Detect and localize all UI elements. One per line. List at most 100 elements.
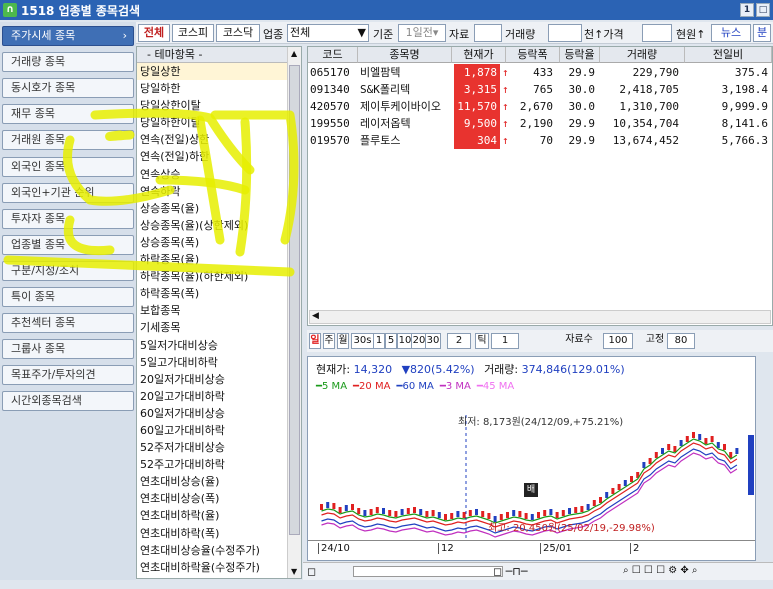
theme-item[interactable]: 연속(전일)하한: [137, 148, 287, 165]
zoom-slider-icon[interactable]: ◻ ─⊓─: [493, 565, 527, 578]
period-button[interactable]: 30: [425, 333, 441, 349]
fixed-input[interactable]: 80: [667, 333, 695, 349]
theme-item[interactable]: 당일상한: [137, 63, 287, 81]
candle: [363, 510, 367, 516]
theme-item[interactable]: 연초대비하락(폭): [137, 525, 287, 542]
candle: [394, 511, 398, 517]
column-header[interactable]: 현재가: [452, 47, 506, 63]
price-chart[interactable]: 현재가: 14,320 ▼820(5.42%) 거래량: 374,846(129…: [307, 356, 756, 561]
theme-item[interactable]: 5일고가대비하락: [137, 354, 287, 371]
candle: [506, 512, 509, 518]
split-button[interactable]: 분: [753, 24, 771, 42]
period-button[interactable]: 5: [385, 333, 397, 349]
column-header[interactable]: 등락폭: [506, 47, 560, 63]
up-arrow-icon: ↑: [502, 66, 509, 79]
nav-item[interactable]: 그룹사 종목: [2, 339, 134, 360]
theme-item[interactable]: 하락종목(율)(하한제외): [137, 268, 287, 285]
theme-item[interactable]: 20일고가대비하락: [137, 388, 287, 405]
candle: [735, 448, 739, 454]
base-select[interactable]: 1일전▾: [398, 24, 446, 42]
period-button[interactable]: 월: [337, 333, 349, 349]
period-button[interactable]: 1: [373, 333, 385, 349]
chart-scrollbar[interactable]: ◻ ◻ ─⊓─ ⌕ ☐ ☐ ☐ ⚙ ✥ ⌕: [303, 562, 773, 580]
period-button[interactable]: 주: [323, 333, 335, 349]
scroll-thumb[interactable]: [289, 65, 300, 535]
theme-item[interactable]: 5일저가대비상승: [137, 337, 287, 354]
up-arrow-icon: ↑: [502, 100, 509, 113]
nav-item[interactable]: 목표주가/투자의견: [2, 365, 134, 386]
nav-item[interactable]: 구분/지정/조치: [2, 260, 134, 281]
theme-item[interactable]: 60일고가대비하락: [137, 422, 287, 439]
tab-kospi[interactable]: 코스피: [172, 24, 214, 42]
chart-tool-icons[interactable]: ⌕ ☐ ☐ ☐ ⚙ ✥ ⌕: [623, 565, 698, 576]
chevron-down-icon[interactable]: ▼: [291, 567, 297, 576]
window-restore-button[interactable]: □: [756, 3, 770, 17]
theme-scrollbar[interactable]: ▲ ▼: [287, 47, 301, 578]
tick-input[interactable]: 1: [491, 333, 519, 349]
theme-item[interactable]: 60일저가대비상승: [137, 405, 287, 422]
column-header[interactable]: 등락율: [560, 47, 600, 63]
theme-item[interactable]: 연초대비상승율(수정주가): [137, 542, 287, 559]
theme-item[interactable]: 20일저가대비상승: [137, 371, 287, 388]
chart-scroll-track[interactable]: [353, 566, 503, 577]
nav-item[interactable]: 시간외종목검색: [2, 391, 134, 412]
theme-item[interactable]: 당일상한이탈: [137, 97, 287, 114]
theme-item[interactable]: 연속하락: [137, 183, 287, 200]
nav-item[interactable]: 동시호가 종목: [2, 78, 134, 99]
theme-item[interactable]: 상승종목(율): [137, 200, 287, 217]
chevron-up-icon[interactable]: ▲: [291, 49, 297, 58]
chart-scroll-left-icon[interactable]: ◻: [307, 565, 316, 578]
column-header[interactable]: 전일비: [685, 47, 772, 63]
theme-item[interactable]: 당일하한이탈: [137, 114, 287, 131]
theme-item[interactable]: 상승종목(폭): [137, 234, 287, 251]
theme-item[interactable]: 연초대비상승(폭): [137, 490, 287, 507]
theme-item[interactable]: 52주고가대비하락: [137, 456, 287, 473]
tab-kosdaq[interactable]: 코스닥: [216, 24, 260, 42]
theme-item[interactable]: 기세종목: [137, 319, 287, 336]
grid-hscrollbar[interactable]: ◀: [309, 310, 771, 324]
column-header[interactable]: 종목명: [358, 47, 452, 63]
theme-item[interactable]: 상승종목(율)(상한제외): [137, 217, 287, 234]
period-input[interactable]: 2: [447, 333, 471, 349]
theme-item[interactable]: 연초대비하락율(수정주가): [137, 559, 287, 576]
change-amount: 765: [533, 83, 553, 96]
theme-item[interactable]: 연초대비상승(율): [137, 473, 287, 490]
theme-item[interactable]: 연속상승: [137, 166, 287, 183]
theme-item[interactable]: 연속(전일)상한: [137, 131, 287, 148]
nav-item[interactable]: 외국인 종목: [2, 156, 134, 177]
candle: [692, 432, 695, 438]
chevron-left-icon[interactable]: ◀: [312, 311, 319, 321]
news-button[interactable]: 뉴스: [711, 24, 751, 42]
nav-item[interactable]: 거래량 종목: [2, 52, 134, 73]
column-header[interactable]: 거래량: [600, 47, 685, 63]
sector-select[interactable]: 전체 ▼: [287, 24, 369, 42]
nav-item[interactable]: 주가시세 종목: [2, 26, 134, 46]
price-input[interactable]: [642, 24, 672, 42]
theme-item[interactable]: 당일하한: [137, 80, 287, 97]
period-button[interactable]: 30s: [351, 333, 374, 349]
nav-item[interactable]: 외국인+기관 순위: [2, 182, 134, 203]
theme-item[interactable]: 하락종목(폭): [137, 285, 287, 302]
nav-item[interactable]: 재무 종목: [2, 104, 134, 125]
theme-item[interactable]: 하락종목(율): [137, 251, 287, 268]
nav-item[interactable]: 특이 종목: [2, 287, 134, 307]
candle: [673, 446, 677, 452]
data-input[interactable]: [474, 24, 502, 42]
candle: [537, 512, 540, 518]
nav-item[interactable]: 업종별 종목: [2, 234, 134, 255]
window-menu-button[interactable]: 1: [740, 3, 754, 17]
theme-item[interactable]: 보합종목: [137, 302, 287, 319]
nav-item[interactable]: 추천섹터 종목: [2, 313, 134, 334]
nav-item[interactable]: 투자자 종목: [2, 208, 134, 229]
stock-code: 019570: [310, 134, 350, 147]
period-button[interactable]: 일: [309, 333, 321, 349]
datacount-input[interactable]: 100: [603, 333, 633, 349]
tab-all[interactable]: 전체: [138, 24, 170, 42]
column-header[interactable]: 코드: [308, 47, 358, 63]
nav-item[interactable]: 거래원 종목: [2, 130, 134, 151]
volume-input[interactable]: [548, 24, 582, 42]
base-label: 기준: [373, 28, 394, 41]
theme-item[interactable]: 연초대비하락(율): [137, 507, 287, 524]
stock-name: 비엘팜텍: [360, 66, 401, 79]
theme-item[interactable]: 52주저가대비상승: [137, 439, 287, 456]
